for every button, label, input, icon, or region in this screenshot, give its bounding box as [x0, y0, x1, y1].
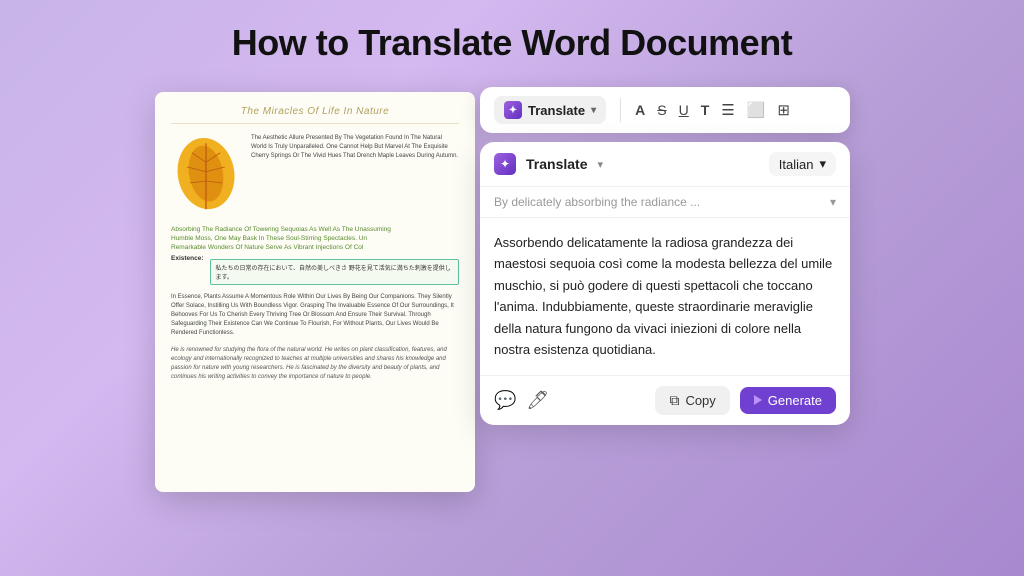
doc-green2: Humble Moss, One May Bask In These Soul-…	[171, 235, 459, 242]
word-document: The Miracles Of Life In Nature The Aesth…	[155, 92, 475, 492]
footer-brush-icon[interactable]: 🖊	[526, 390, 549, 411]
content-area: The Miracles Of Life In Nature The Aesth…	[0, 82, 1024, 573]
panel-output-text: Assorbendo delicatamente la radiosa gran…	[494, 232, 836, 361]
doc-green1: Absorbing The Radiance Of Towering Sequo…	[171, 226, 459, 233]
footer-chat-icon[interactable]: 💬	[494, 390, 516, 411]
panel-output: Assorbendo delicatamente la radiosa gran…	[480, 218, 850, 375]
translate-icon: ✦	[504, 101, 522, 119]
generate-button[interactable]: Generate	[740, 387, 836, 414]
doc-paragraph2: In Essence, Plants Assume A Momentous Ro…	[171, 293, 459, 338]
panel-input-text: By delicately absorbing the radiance ...…	[494, 195, 836, 209]
toolbar-translate-label: Translate	[528, 103, 585, 118]
format-underline-icon[interactable]: U	[679, 102, 689, 118]
panel-input-chevron: ▾	[830, 195, 836, 209]
panel-input-placeholder: By delicately absorbing the radiance ...	[494, 195, 700, 209]
format-comment-icon[interactable]: ☰	[721, 101, 734, 119]
copy-icon: ⧉	[669, 392, 679, 409]
copy-button[interactable]: ⧉ Copy	[655, 386, 729, 415]
doc-highlight-japanese: 私たちの日常の存在において、自然の美しべきさ 野花を見て活気に満ちた刺激を提供し…	[210, 259, 459, 285]
language-label: Italian	[779, 157, 814, 172]
doc-bio: He is renowned for studying the flora of…	[171, 346, 459, 382]
panel-translate-icon: ✦	[494, 153, 516, 175]
panel-translate-label: Translate	[526, 156, 587, 172]
format-font-icon[interactable]: A	[635, 102, 645, 118]
generate-label: Generate	[768, 393, 822, 408]
doc-paragraph1: The Aesthetic Allure Presented By The Ve…	[251, 134, 459, 161]
panel-header: ✦ Translate ▾ Italian ▾	[480, 142, 850, 187]
copy-label: Copy	[685, 393, 715, 408]
format-image-icon[interactable]: ⬜	[747, 101, 766, 119]
toolbar-icons: A S U T ☰ ⬜ ⊞	[635, 101, 790, 119]
language-chevron-icon: ▾	[819, 156, 826, 172]
translate-panel: ✦ Translate ▾ Italian ▾ By delicately ab…	[480, 142, 850, 425]
format-strikethrough-icon[interactable]: S	[657, 102, 666, 118]
doc-title: The Miracles Of Life In Nature	[171, 106, 459, 124]
doc-green3: Remarkable Wonders Of Nature Serve As Vi…	[171, 244, 459, 251]
toolbar-divider	[620, 98, 621, 122]
panel-footer: 💬 🖊 ⧉ Copy Generate	[480, 375, 850, 425]
toolbar-translate-button[interactable]: ✦ Translate ▾	[494, 96, 606, 124]
format-table-icon[interactable]: ⊞	[777, 101, 790, 119]
generate-play-icon	[754, 395, 762, 405]
page-title: How to Translate Word Document	[0, 0, 1024, 82]
language-select[interactable]: Italian ▾	[769, 152, 836, 176]
leaf-image	[171, 134, 241, 214]
format-text-icon[interactable]: T	[701, 102, 710, 118]
panel-input-row: By delicately absorbing the radiance ...…	[480, 187, 850, 218]
toolbar-chevron-icon: ▾	[591, 105, 596, 116]
toolbar: ✦ Translate ▾ A S U T ☰ ⬜ ⊞	[480, 87, 850, 133]
panel-label-chevron: ▾	[597, 158, 603, 171]
